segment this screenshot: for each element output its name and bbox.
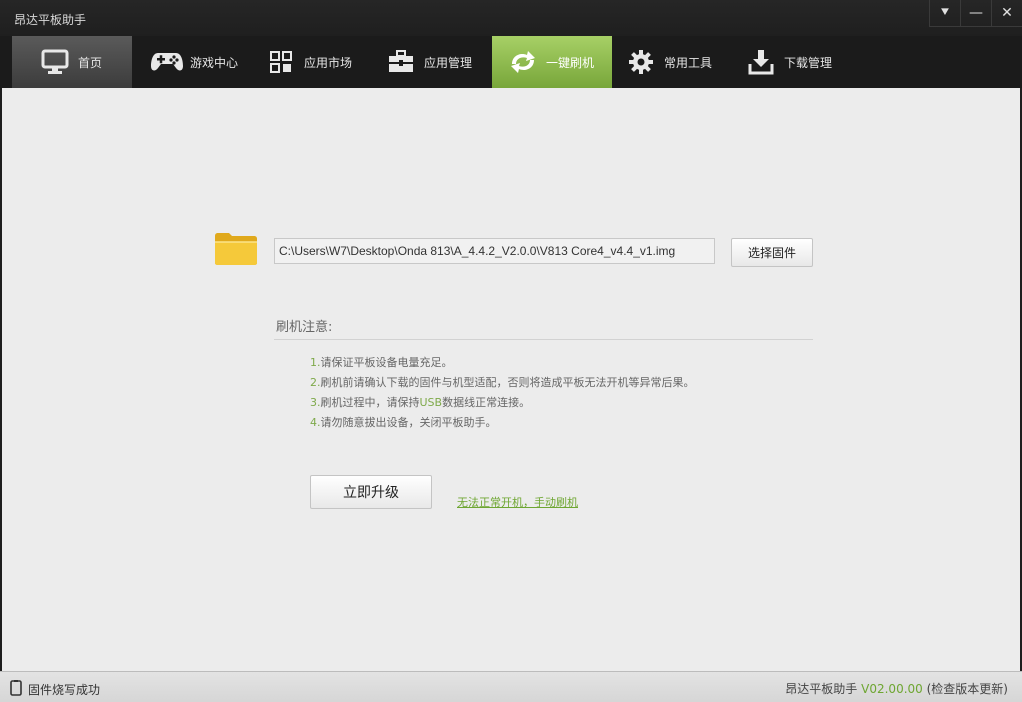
version-number: V02.00.00 [861,682,923,696]
download-icon [744,45,778,79]
list-item: 4.请勿随意拔出设备，关闭平板助手。 [310,413,695,433]
note-text: 刷机前请确认下载的固件与机型适配，否则将造成平板无法开机等异常后果。 [320,376,695,389]
manual-flash-link[interactable]: 无法正常开机，手动刷机 [457,494,578,510]
title-bar: 昂达平板助手 ⯆ — ✕ [0,0,1022,36]
nav-label: 一键刷机 [546,55,595,70]
status-bar: 固件烧写成功 昂达平板助手 V02.00.00 (检查版本更新) [0,671,1022,702]
usb-highlight: USB [419,396,443,409]
status-message-area: 固件烧写成功 [10,680,100,699]
note-number: 3. [310,396,321,409]
note-text: 数据线正常连接。 [442,396,531,409]
minimize-icon[interactable]: — [960,0,991,27]
monitor-icon [38,45,72,79]
nav-label: 应用管理 [424,55,473,70]
nav-label: 下载管理 [784,55,833,70]
firmware-path-field[interactable]: C:\Users\W7\Desktop\Onda 813\A_4.4.2_V2.… [274,238,715,264]
nav-item-download-management[interactable]: 下载管理 [732,36,852,88]
list-item: 2.刷机前请确认下载的固件与机型适配，否则将造成平板无法开机等异常后果。 [310,373,695,393]
check-update-link[interactable]: (检查版本更新) [927,682,1008,696]
nav-item-common-tools[interactable]: 常用工具 [612,36,732,88]
folder-icon [214,232,258,269]
device-icon [10,680,22,699]
nav-item-app-market[interactable]: 应用市场 [252,36,372,88]
gamepad-icon [150,45,184,79]
nav-label: 游戏中心 [190,55,239,70]
nav-item-app-management[interactable]: 应用管理 [372,36,492,88]
note-text: 请勿随意拔出设备，关闭平板助手。 [320,416,497,429]
gear-icon [624,45,658,79]
notes-title: 刷机注意: [276,320,333,335]
grid-icon [264,45,298,79]
nav-item-game-center[interactable]: 游戏中心 [132,36,252,88]
toolbox-icon [384,45,418,79]
flash-panel: C:\Users\W7\Desktop\Onda 813\A_4.4.2_V2.… [2,88,1020,671]
refresh-arrows-icon [506,45,540,79]
app-name: 昂达平板助手 [785,682,858,696]
nav-item-one-click-flash[interactable]: 一键刷机 [492,36,612,88]
app-title: 昂达平板助手 [14,13,87,27]
window-controls: ⯆ — ✕ [929,0,1022,27]
menu-dropdown-icon[interactable]: ⯆ [929,0,960,27]
version-info: 昂达平板助手 V02.00.00 (检查版本更新) [785,680,1008,697]
note-number: 1. [310,356,321,369]
list-item: 3.刷机过程中，请保持USB数据线正常连接。 [310,393,695,413]
list-item: 1.请保证平板设备电量充足。 [310,353,695,373]
note-number: 4. [310,416,321,429]
note-number: 2. [310,376,321,389]
nav-label: 首页 [78,55,103,70]
notes-list: 1.请保证平板设备电量充足。 2.刷机前请确认下载的固件与机型适配，否则将造成平… [310,353,695,433]
note-text: 刷机过程中，请保持 [320,396,420,409]
upgrade-now-button[interactable]: 立即升级 [310,475,432,509]
nav-item-home[interactable]: 首页 [12,36,132,88]
nav-label: 应用市场 [304,55,353,70]
status-message: 固件烧写成功 [28,683,101,697]
main-nav: 首页 游戏中心 应用市场 应用管理 一键刷机 常用工具 下载管理 [0,36,1022,88]
select-firmware-button[interactable]: 选择固件 [731,238,813,267]
close-icon[interactable]: ✕ [991,0,1022,27]
nav-label: 常用工具 [664,55,713,70]
note-text: 请保证平板设备电量充足。 [320,356,453,369]
divider [274,339,813,340]
